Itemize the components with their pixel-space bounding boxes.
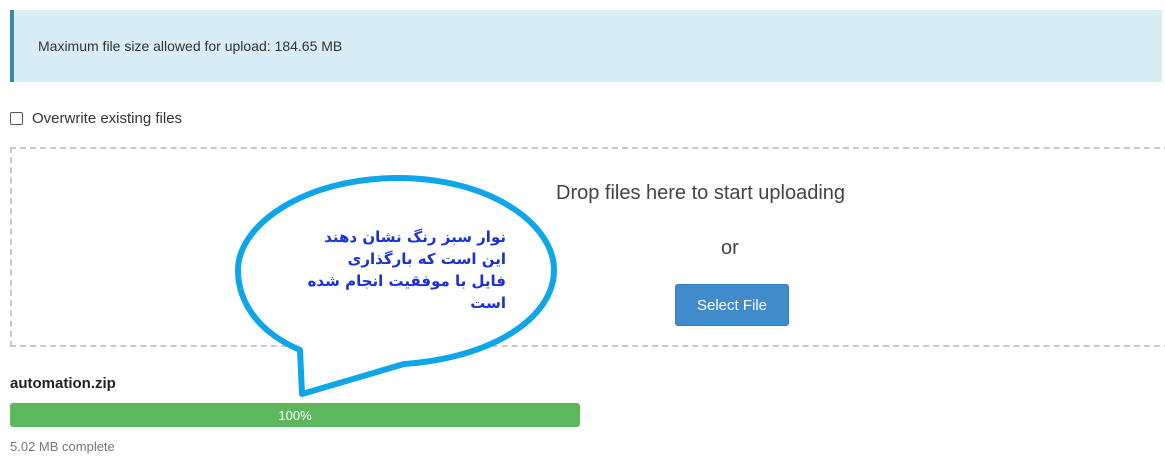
drop-zone-title: Drop files here to start uploading xyxy=(556,182,846,204)
max-size-text: Maximum file size allowed for upload: 18… xyxy=(38,38,343,54)
overwrite-checkbox[interactable] xyxy=(10,112,23,125)
select-file-button[interactable]: Select File xyxy=(675,284,789,326)
callout-text: نوار سبز رنگ نشان دهند این است که بارگذا… xyxy=(307,228,506,312)
upload-filename: automation.zip xyxy=(10,375,116,392)
or-separator: or xyxy=(721,237,739,259)
overwrite-option[interactable]: Overwrite existing files xyxy=(10,110,182,127)
upload-status: 5.02 MB complete xyxy=(10,439,115,454)
upload-progress-label: 100% xyxy=(278,407,312,423)
upload-progress-bar: 100% xyxy=(10,403,580,427)
overwrite-label: Overwrite existing files xyxy=(32,110,183,127)
file-upload-page: Maximum file size allowed for upload: 18… xyxy=(0,0,1165,459)
drop-zone[interactable] xyxy=(10,147,1165,347)
upload-progress-fill: 100% xyxy=(10,403,580,427)
max-size-alert: Maximum file size allowed for upload: 18… xyxy=(10,10,1162,82)
